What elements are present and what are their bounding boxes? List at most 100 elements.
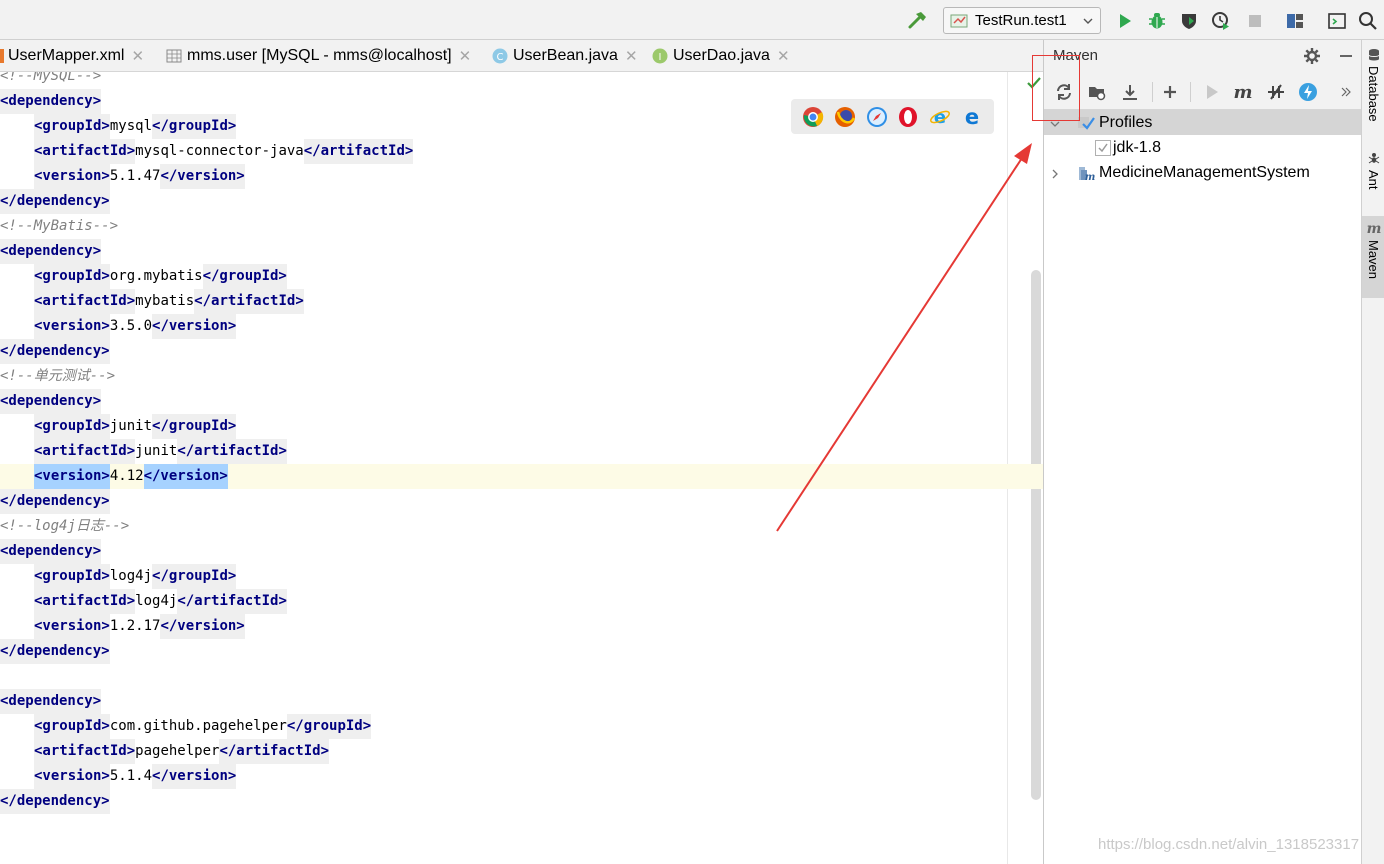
code-line: <groupId>mysql</groupId> — [34, 114, 237, 139]
tree-item-medicine-management-system[interactable]: m MedicineManagementSystem — [1044, 160, 1362, 185]
internet-explorer-icon[interactable]: e — [929, 106, 951, 128]
code-line: </dependency> — [0, 789, 110, 814]
generate-sources-folder-icon[interactable] — [1085, 80, 1109, 104]
debug-bug-icon[interactable] — [1145, 9, 1169, 33]
junit-config-icon — [950, 13, 970, 29]
open-in-browser-bar: e e — [791, 99, 994, 134]
hide-panel-minus-icon[interactable] — [1336, 46, 1356, 66]
chrome-icon[interactable] — [802, 106, 824, 128]
code-line: <version>1.2.17</version> — [34, 614, 245, 639]
svg-text:I: I — [659, 52, 662, 63]
side-tab-database[interactable]: Database — [1362, 48, 1384, 122]
close-icon[interactable]: ✕ — [777, 47, 790, 65]
close-icon[interactable]: ✕ — [625, 47, 638, 65]
skip-tests-lightning-icon[interactable] — [1296, 80, 1320, 104]
chevron-right-icon[interactable] — [1049, 167, 1061, 179]
maven-header: Maven — [1044, 40, 1362, 72]
code-line: <!--log4j日志--> — [0, 518, 130, 534]
code-line: <dependency> — [0, 539, 102, 564]
code-line: </dependency> — [0, 639, 110, 664]
project-structure-icon[interactable] — [1283, 9, 1307, 33]
code-line: <artifactId>mybatis</artifactId> — [34, 289, 304, 314]
ant-icon — [1367, 152, 1381, 166]
tab-userdao-java[interactable]: I UserDao.java ✕ — [652, 40, 790, 72]
code-line: <version>5.1.4</version> — [34, 764, 237, 789]
run-configuration-label: TestRun.test1 — [975, 12, 1067, 29]
edge-icon[interactable]: e — [961, 105, 983, 129]
firefox-icon[interactable] — [834, 106, 856, 128]
maven-icon: m — [1366, 220, 1382, 237]
side-tab-ant[interactable]: Ant — [1362, 152, 1384, 190]
editor-tab-bar: UserMapper.xml ✕ mms.user [MySQL - mms@l… — [0, 40, 1043, 72]
code-line: <artifactId>mysql-connector-java</artifa… — [34, 139, 414, 164]
code-line: <version>4.12</version> — [0, 464, 1043, 489]
code-line: <artifactId>pagehelper</artifactId> — [34, 739, 330, 764]
build-hammer-icon[interactable] — [906, 9, 930, 33]
right-tool-window-strip: Database Ant m Maven — [1361, 40, 1384, 864]
coverage-shield-icon[interactable] — [1177, 9, 1201, 33]
execute-maven-goal-icon[interactable]: m — [1231, 80, 1255, 104]
tab-userbean-java[interactable]: C UserBean.java ✕ — [492, 40, 638, 72]
tab-usermapper-xml[interactable]: UserMapper.xml ✕ — [0, 40, 144, 72]
code-line: <!--单元测试--> — [0, 368, 116, 384]
maven-toolbar: m — [1044, 72, 1362, 110]
run-configuration-select[interactable]: TestRun.test1 — [943, 7, 1101, 34]
code-line: <groupId>log4j</groupId> — [34, 564, 237, 589]
class-icon: C — [492, 48, 508, 64]
side-tab-maven[interactable]: m Maven — [1362, 216, 1384, 298]
tab-label: UserBean.java — [513, 47, 618, 64]
code-line: <version>5.1.47</version> — [34, 164, 245, 189]
code-line: <dependency> — [0, 239, 102, 264]
code-line: <groupId>junit</groupId> — [34, 414, 237, 439]
toggle-offline-icon[interactable] — [1264, 80, 1288, 104]
svg-text:e: e — [934, 107, 946, 128]
tab-label: mms.user [MySQL - mms@localhost] — [187, 47, 452, 64]
opera-icon[interactable] — [897, 106, 919, 128]
close-icon[interactable]: ✕ — [459, 47, 472, 65]
code-line: <dependency> — [0, 389, 102, 414]
tree-item-label: Profiles — [1099, 113, 1153, 131]
svg-text:m: m — [1085, 172, 1095, 182]
tree-item-label: MedicineManagementSystem — [1099, 163, 1310, 181]
terminal-window-icon[interactable] — [1325, 9, 1349, 33]
run-goal-icon[interactable] — [1200, 80, 1224, 104]
gear-icon[interactable] — [1302, 46, 1322, 66]
maven-tool-window: Maven m Profiles jdk-1.8 m MedicineManag… — [1043, 40, 1362, 864]
svg-text:e: e — [965, 106, 979, 128]
side-tab-label: Maven — [1366, 240, 1381, 280]
stop-icon[interactable] — [1243, 9, 1267, 33]
main-toolbar: TestRun.test1 — [0, 0, 1384, 40]
tree-item-jdk-1-8[interactable]: jdk-1.8 — [1044, 135, 1362, 160]
database-icon — [1367, 48, 1381, 62]
code-line: <dependency> — [0, 89, 102, 114]
code-line: </dependency> — [0, 189, 110, 214]
run-icon[interactable] — [1113, 9, 1137, 33]
profile-checkbox[interactable] — [1095, 139, 1111, 156]
tree-item-profiles[interactable]: Profiles — [1044, 110, 1362, 135]
code-line: </dependency> — [0, 489, 110, 514]
code-line: <artifactId>junit</artifactId> — [34, 439, 287, 464]
safari-icon[interactable] — [866, 106, 888, 128]
code-line: </dependency> — [0, 339, 110, 364]
maven-module-icon: m — [1077, 164, 1095, 183]
tab-mms-user-table[interactable]: mms.user [MySQL - mms@localhost] ✕ — [166, 40, 471, 72]
table-icon — [166, 48, 182, 64]
code-line: <artifactId>log4j</artifactId> — [34, 589, 287, 614]
interface-icon: I — [652, 48, 668, 64]
chevron-down-icon — [1082, 15, 1094, 27]
code-line: <!--MyBatis--> — [0, 218, 119, 234]
profiler-clock-icon[interactable] — [1209, 9, 1233, 33]
toolbar-separator — [1190, 82, 1191, 102]
more-actions-chevrons-icon[interactable] — [1338, 80, 1354, 104]
download-icon[interactable] — [1118, 80, 1142, 104]
code-line: <version>3.5.0</version> — [34, 314, 237, 339]
xml-file-icon — [0, 49, 4, 63]
svg-text:m: m — [1233, 82, 1252, 102]
editor-scrollbar-thumb[interactable] — [1031, 270, 1041, 800]
add-project-plus-icon[interactable] — [1158, 80, 1182, 104]
close-icon[interactable]: ✕ — [131, 47, 144, 65]
search-icon[interactable] — [1356, 9, 1380, 33]
code-editor[interactable]: e e <!--MySQL--> <dependency> <groupId>mys… — [0, 72, 1043, 864]
annotation-highlight-box — [1032, 55, 1080, 121]
svg-text:C: C — [497, 52, 504, 63]
